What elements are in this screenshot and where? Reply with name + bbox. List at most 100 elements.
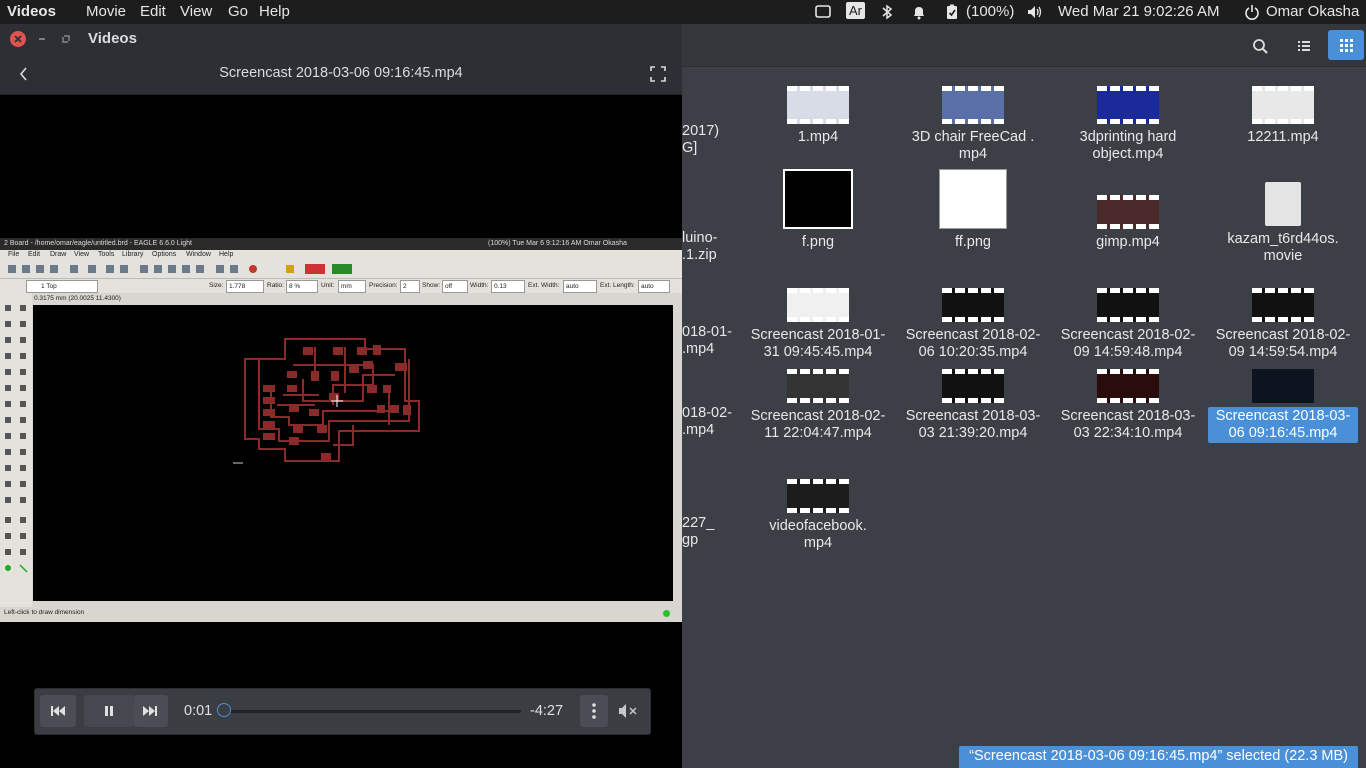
file-item[interactable]: kazam_t6rd44os. movie [1208,182,1358,266]
video-thumbnail [1252,369,1314,403]
file-item[interactable]: 3D chair FreeCad . mp4 [898,86,1048,164]
unit-label: Unit: [321,282,335,289]
file-item[interactable]: 12211.mp4 [1208,86,1358,147]
file-item[interactable]: Screencast 2018-02- 09 14:59:48.mp4 [1053,288,1203,362]
file-name: Screencast 2018-03- 03 21:39:20.mp4 [905,408,1041,441]
file-name: Screencast 2018-02- 11 22:04:47.mp4 [750,408,886,441]
file-manager-header [682,24,1366,67]
eagle-menu-options: Options [152,251,177,258]
display-icon[interactable] [815,4,831,20]
file-item-selected[interactable]: Screencast 2018-03- 06 09:16:45.mp4 [1208,369,1358,443]
video-thumbnail [1252,288,1314,322]
bluetooth-icon[interactable] [879,4,895,20]
image-thumbnail [783,169,853,229]
mute-button[interactable] [613,695,643,727]
file-item[interactable]: Screencast 2018-03- 03 21:39:20.mp4 [898,369,1048,443]
pause-button[interactable] [84,695,134,727]
volume-muted-icon [619,704,637,718]
partial-label: G] [682,140,698,156]
eagle-status-light [663,610,670,617]
video-thumbnail [1097,86,1159,124]
skip-forward-icon [143,706,157,716]
ratio-label: Ratio: [267,282,284,289]
clock[interactable]: Wed Mar 21 9:02:26 AM [1058,3,1219,20]
app-menu-title[interactable]: Videos [7,3,56,20]
top-panel: Videos Movie Edit View Go Help Ar (100%)… [0,0,1366,24]
eagle-tray-text: (100%) Tue Mar 6 9:12:16 AM Omar Okasha [488,240,627,247]
power-icon[interactable] [1244,4,1260,20]
next-button[interactable] [134,695,168,727]
image-thumbnail [939,169,1007,229]
list-view-button[interactable] [1290,32,1318,60]
file-name: kazam_t6rd44os. movie [1227,231,1339,264]
video-thumbnail [787,288,849,322]
eagle-parameter-bar: 1 Top Size: 1.778 Ratio: 8 % Unit: mm Pr… [0,279,682,293]
file-name: Screencast 2018-03- 06 09:16:45.mp4 [1208,407,1358,443]
video-thumbnail [1097,369,1159,403]
menu-movie[interactable]: Movie [86,3,126,20]
file-item[interactable]: Screencast 2018-02- 11 22:04:47.mp4 [743,369,893,443]
menu-view[interactable]: View [180,3,212,20]
file-item[interactable]: videofacebook. mp4 [743,479,893,553]
file-item[interactable]: Screencast 2018-02- 06 10:20:35.mp4 [898,288,1048,362]
file-item[interactable]: Screencast 2018-02- 09 14:59:54.mp4 [1208,288,1358,362]
kebab-menu-icon [592,703,596,719]
eagle-menu-view: View [74,251,90,258]
minimize-button[interactable] [34,31,50,47]
selection-status-bar: “Screencast 2018-03-06 09:16:45.mp4” sel… [959,746,1358,768]
notification-bell-icon[interactable] [911,4,927,20]
more-options-button[interactable] [580,695,608,727]
show-value: off [442,280,468,293]
file-name: Screencast 2018-02- 09 14:59:54.mp4 [1215,327,1351,360]
video-thumbnail [787,479,849,513]
file-name: Screencast 2018-01- 31 09:45:45.mp4 [750,327,886,360]
ext-length-label: Ext. Length: [600,282,635,289]
fullscreen-button[interactable] [648,64,668,84]
menu-go[interactable]: Go [228,3,248,20]
ext-width-label: Ext. Width: [528,282,560,289]
file-item[interactable]: Screencast 2018-03- 03 22:34:10.mp4 [1053,369,1203,443]
file-name: Screencast 2018-02- 06 10:20:35.mp4 [905,327,1041,360]
document-icon [1265,182,1301,226]
video-thumbnail [942,369,1004,403]
file-name: 1.mp4 [797,129,839,145]
eagle-toolbar [0,260,682,279]
file-name: 3D chair FreeCad . mp4 [911,129,1035,162]
seek-bar[interactable] [223,710,521,713]
file-item[interactable]: 1.mp4 [743,86,893,147]
keyboard-layout-indicator[interactable]: Ar [846,2,865,19]
volume-icon[interactable] [1027,4,1043,20]
close-button[interactable] [10,31,26,47]
file-item[interactable]: f.png [743,169,893,252]
show-label: Show: [422,282,441,289]
file-item[interactable]: gimp.mp4 [1053,195,1203,252]
file-item[interactable]: 3dprinting hard object.mp4 [1053,86,1203,164]
precision-label: Precision: [369,282,398,289]
maximize-button[interactable] [58,31,74,47]
battery-icon[interactable] [944,4,960,20]
eagle-titlebar: 2 Board - /home/omar/eagle/untitled.brd … [0,238,682,250]
eagle-tool-icons [5,305,28,573]
file-name: Screencast 2018-03- 03 22:34:10.mp4 [1060,408,1196,441]
eagle-menu-window: Window [186,251,211,258]
video-frame[interactable]: 2 Board - /home/omar/eagle/untitled.brd … [0,238,682,622]
previous-button[interactable] [40,695,76,727]
search-button[interactable] [1246,32,1274,60]
menu-edit[interactable]: Edit [140,3,166,20]
file-item[interactable]: Screencast 2018-01- 31 09:45:45.mp4 [743,288,893,362]
grid-view-button[interactable] [1328,30,1364,60]
partial-label: 2017) [682,123,720,139]
remaining-time: -4:27 [530,703,564,719]
menu-help[interactable]: Help [259,3,290,20]
battery-percentage[interactable]: (100%) [966,3,1014,20]
video-thumbnail [1252,86,1314,124]
eagle-menu-help: Help [219,251,234,258]
partial-label: gp [682,532,699,548]
user-name[interactable]: Omar Okasha [1266,3,1359,20]
fullscreen-icon [650,66,666,82]
file-item[interactable]: ff.png [898,169,1048,252]
search-icon [1253,39,1268,54]
seek-handle[interactable] [217,703,231,717]
playback-controls: 0:01 -4:27 [34,688,651,735]
videos-window: Videos Screencast 2018-03-06 09:16:45.mp… [0,24,682,768]
